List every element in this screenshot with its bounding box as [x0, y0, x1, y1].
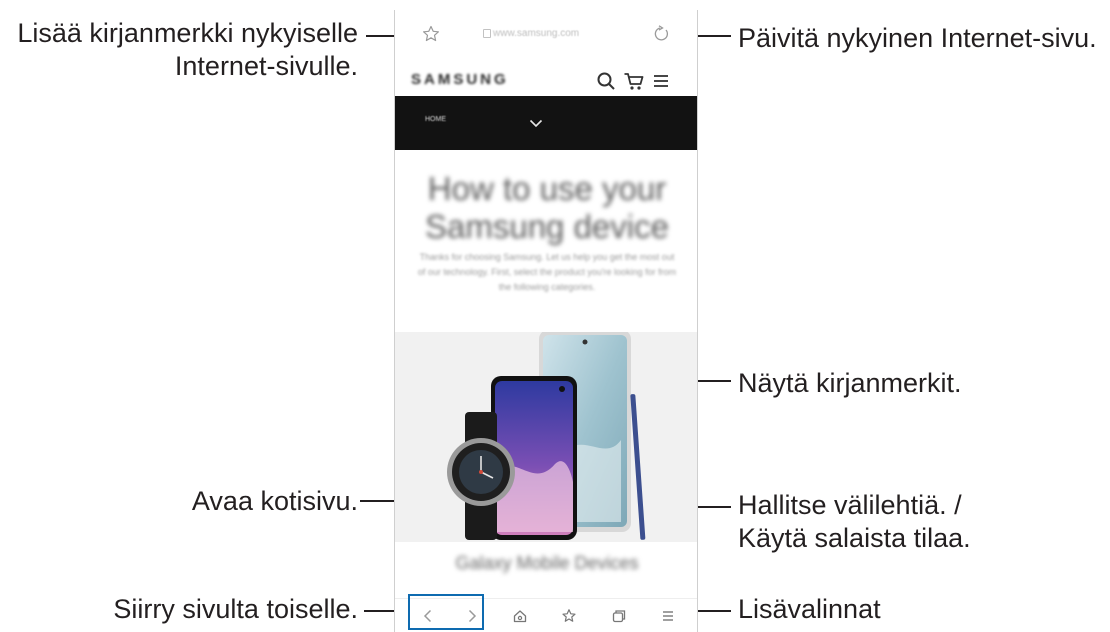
hero-title: How to use your Samsung device [425, 170, 669, 245]
callout-bookmark-add-line1: Lisää kirjanmerkki nykyiselle [17, 18, 358, 48]
star-outline-icon [423, 25, 439, 42]
nav-expand-button[interactable] [527, 114, 545, 132]
address-bar[interactable]: www.samsung.com [395, 10, 697, 58]
callout-bookmark-add-line2: Internet-sivulle. [174, 51, 358, 81]
home-button[interactable] [509, 605, 531, 627]
galaxy-devices-illustration [447, 330, 646, 540]
callout-home: Avaa kotisivu. [191, 486, 358, 516]
more-options-button[interactable] [657, 605, 679, 627]
star-icon [562, 609, 576, 622]
refresh-button[interactable] [651, 24, 671, 44]
hamburger-menu-icon [654, 75, 668, 87]
nav-home-label[interactable]: HOME [425, 116, 446, 123]
url-text[interactable]: www.samsung.com [493, 28, 579, 39]
refresh-icon [654, 25, 669, 41]
callout-tabs: Hallitse välilehtiä. / Käytä salaista ti… [738, 489, 971, 555]
search-icon [597, 72, 615, 90]
home-icon [513, 610, 527, 623]
callout-refresh: Päivitä nykyinen Internet-sivu. [738, 23, 1097, 53]
callout-navigate: Siirry sivulta toiselle. [113, 594, 358, 624]
more-menu-icon [663, 611, 673, 621]
cart-button[interactable] [623, 70, 645, 92]
site-menu-button[interactable] [651, 71, 671, 91]
cart-icon [624, 73, 644, 90]
callout-more: Lisävalinnat [738, 594, 881, 624]
callout-tabs-line1: Hallitse välilehtiä. / [738, 490, 962, 520]
callout-show-bookmarks: Näytä kirjanmerkit. [738, 368, 962, 398]
hero-description: Thanks for choosing Samsung. Let us help… [417, 252, 677, 292]
site-logo[interactable]: SAMSUNG [411, 71, 509, 88]
callout-tabs-line2: Käytä salaista tilaa. [738, 523, 971, 553]
devices-image [395, 330, 697, 542]
section-heading: Galaxy Mobile Devices [455, 553, 639, 573]
navigation-buttons-highlight [408, 594, 484, 630]
tabs-icon [612, 610, 626, 623]
search-button[interactable] [595, 70, 617, 92]
bookmark-add-button[interactable] [421, 24, 441, 44]
callout-bookmark-add: Lisää kirjanmerkki nykyiselle Internet-s… [17, 17, 358, 83]
lock-icon [483, 29, 491, 38]
bookmarks-button[interactable] [558, 605, 580, 627]
browser-screen: www.samsung.com SAMSUNG HOME How to use … [394, 10, 698, 632]
chevron-down-icon [529, 119, 543, 128]
tabs-button[interactable] [608, 605, 630, 627]
site-nav-bar: HOME [395, 96, 697, 150]
